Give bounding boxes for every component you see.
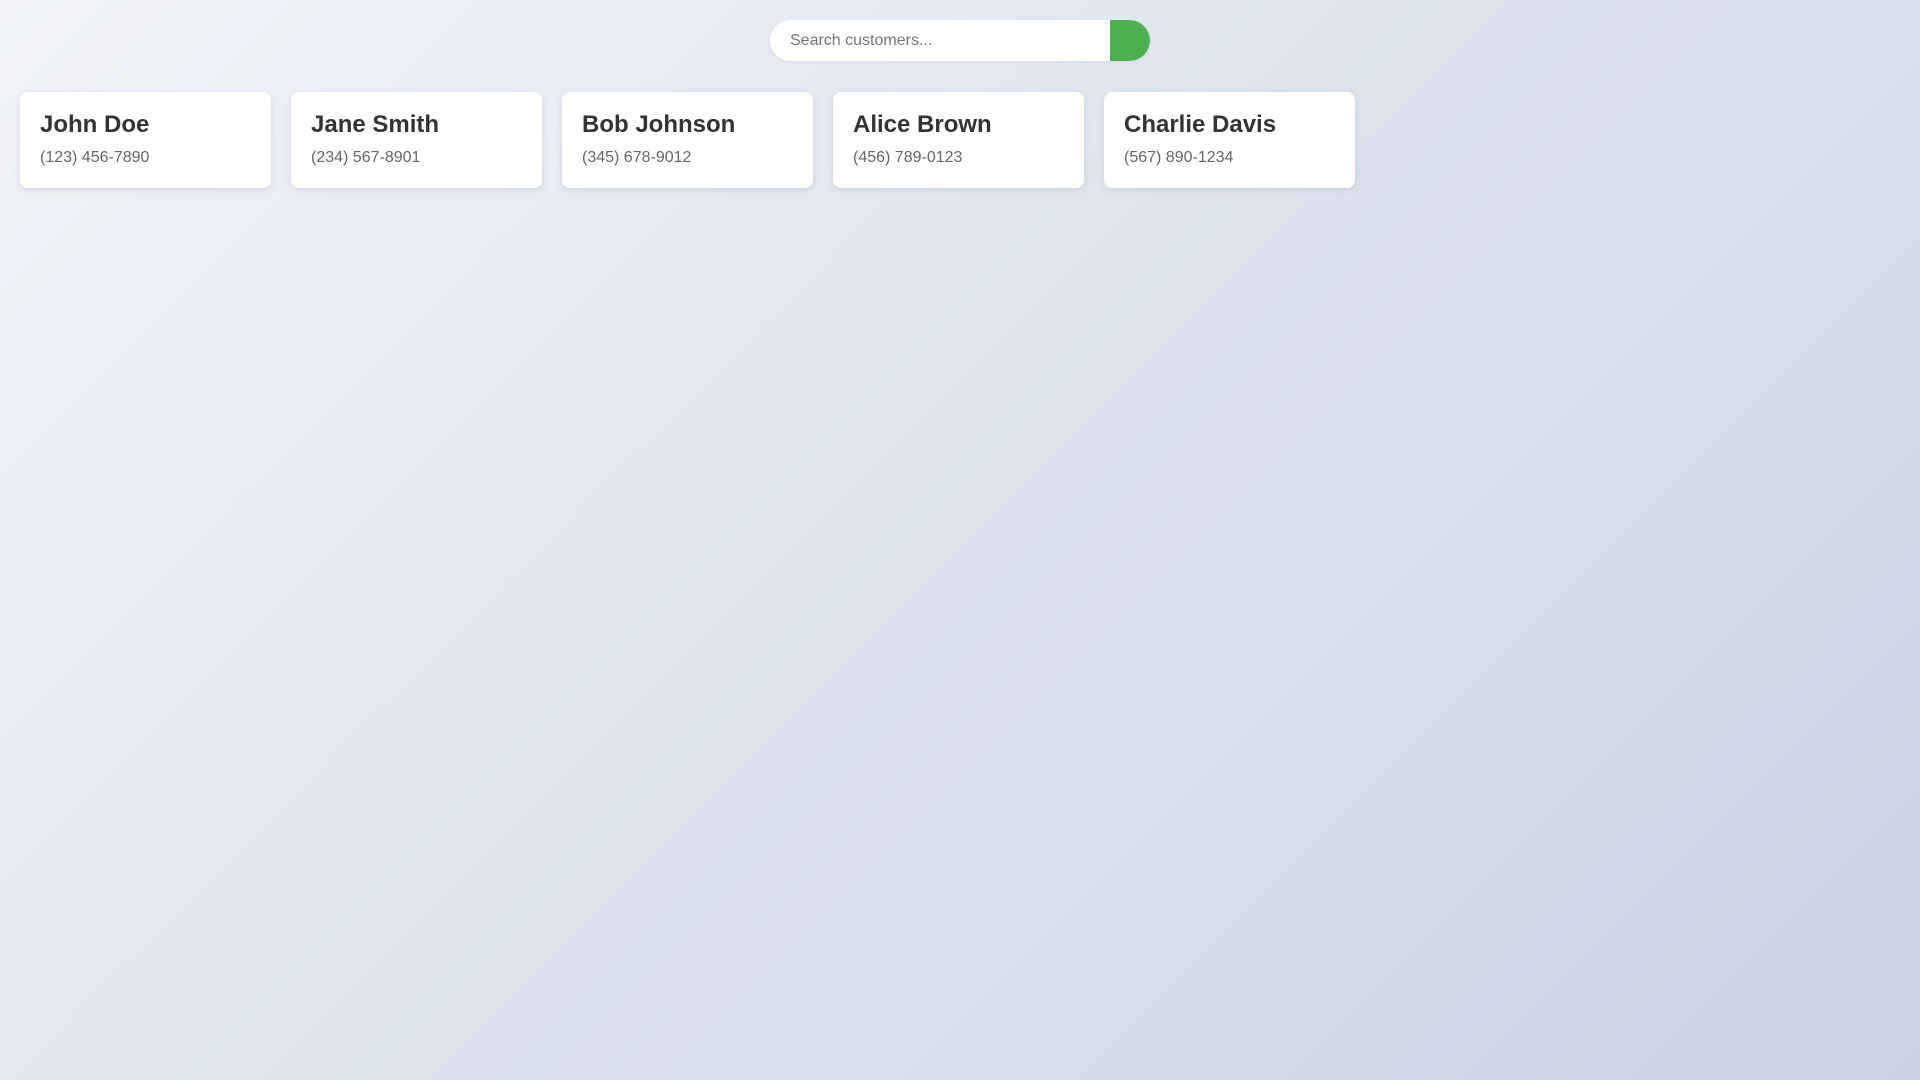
customer-phone: (123) 456-7890 [40,149,150,166]
customer-card[interactable]: Charlie Davis (567) 890-1234 [1104,92,1355,188]
customer-name: John Doe [40,111,150,138]
customer-name: Jane Smith [311,111,440,138]
customer-phone: (567) 890-1234 [1124,149,1234,166]
customer-name: Charlie Davis [1124,111,1277,138]
customer-phone: (345) 678-9012 [582,149,692,166]
customer-card[interactable]: Jane Smith (234) 567-8901 [291,92,542,188]
customer-card-list: John Doe (123) 456-7890 Jane Smith (234)… [20,92,1355,188]
customer-name: Alice Brown [853,111,992,138]
customer-card[interactable]: Bob Johnson (345) 678-9012 [562,92,813,188]
customer-name: Bob Johnson [582,111,736,138]
customer-card[interactable]: John Doe (123) 456-7890 [20,92,271,188]
customer-card[interactable]: Alice Brown (456) 789-0123 [833,92,1084,188]
search-button[interactable] [1110,20,1150,61]
search-bar [770,20,1150,61]
customer-phone: (234) 567-8901 [311,149,421,166]
customer-phone: (456) 789-0123 [853,149,963,166]
search-input[interactable] [770,20,1110,61]
